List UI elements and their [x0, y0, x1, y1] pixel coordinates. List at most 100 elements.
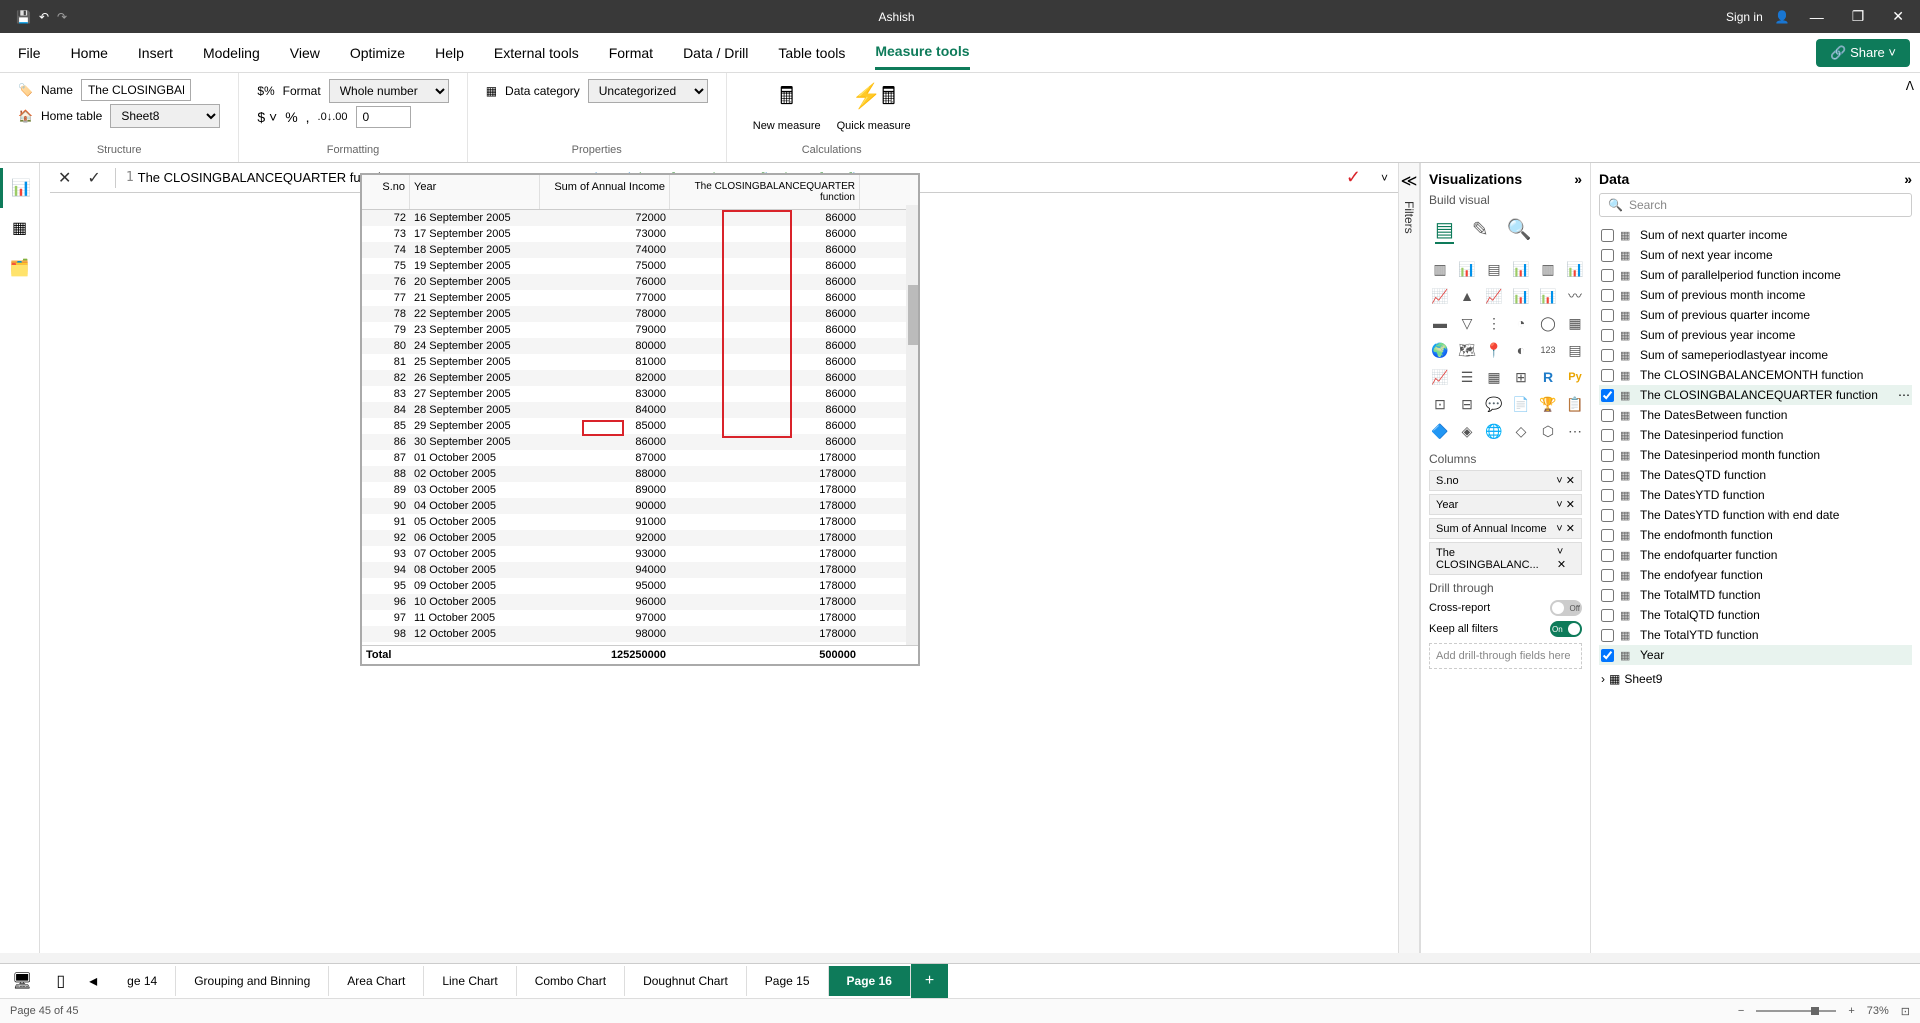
viz-waterfall-icon[interactable]: ▬: [1429, 312, 1451, 334]
field-well[interactable]: S.no˅ ✕: [1429, 470, 1582, 491]
report-view-button[interactable]: 📊: [0, 168, 39, 208]
add-page-button[interactable]: +: [911, 964, 948, 998]
header-closing[interactable]: The CLOSINGBALANCEQUARTER function: [670, 175, 860, 209]
viz-matrix-icon[interactable]: ⊞: [1510, 366, 1532, 388]
fit-page-button[interactable]: ⊡: [1901, 1005, 1910, 1018]
table-row[interactable]: 9206 October 200592000178000: [362, 530, 918, 546]
percent-button[interactable]: %: [285, 109, 297, 125]
ribbon-tab-view[interactable]: View: [290, 37, 320, 69]
table-visual[interactable]: S.no Year Sum of Annual Income The CLOSI…: [360, 173, 920, 666]
field-item[interactable]: ▦The TotalYTD function: [1599, 625, 1912, 645]
viz-clustered-bar-icon[interactable]: ▤: [1483, 258, 1505, 280]
field-item[interactable]: ▦The DatesYTD function: [1599, 485, 1912, 505]
page-nav-prev-button[interactable]: ◂: [77, 971, 109, 991]
field-item[interactable]: ▦The TotalMTD function: [1599, 585, 1912, 605]
ribbon-tab-external-tools[interactable]: External tools: [494, 37, 579, 69]
viz-funnel-icon[interactable]: ▽: [1456, 312, 1478, 334]
ribbon-tab-home[interactable]: Home: [71, 37, 108, 69]
viz-pie-icon[interactable]: ◔: [1510, 312, 1532, 334]
new-measure-button[interactable]: 🖩 New measure: [745, 79, 829, 132]
viz-py-icon[interactable]: Py: [1564, 366, 1586, 388]
sheet9-table-item[interactable]: › ▦ Sheet9: [1599, 669, 1912, 689]
viz-pane-collapse-icon[interactable]: »: [1574, 171, 1582, 187]
ribbon-tab-data-drill[interactable]: Data / Drill: [683, 37, 748, 69]
viz-goals-icon[interactable]: 🏆: [1537, 393, 1559, 415]
zoom-in-button[interactable]: +: [1848, 1005, 1854, 1017]
table-row[interactable]: 9408 October 200594000178000: [362, 562, 918, 578]
share-button[interactable]: 🔗 Share ˅: [1816, 39, 1910, 67]
field-item[interactable]: ▦The DatesQTD function: [1599, 465, 1912, 485]
table-row[interactable]: 8024 September 20058000086000: [362, 338, 918, 354]
field-item[interactable]: ▦The endofquarter function: [1599, 545, 1912, 565]
data-pane-collapse-icon[interactable]: »: [1904, 171, 1912, 187]
table-row[interactable]: 8701 October 200587000178000: [362, 450, 918, 466]
page-tab[interactable]: Doughnut Chart: [625, 966, 747, 996]
ribbon-tab-format[interactable]: Format: [609, 37, 653, 69]
viz-powerapps-icon[interactable]: ◈: [1456, 420, 1478, 442]
redo-icon[interactable]: ↷: [57, 10, 67, 24]
page-tab[interactable]: Page 16: [829, 966, 911, 996]
name-input[interactable]: [81, 79, 191, 101]
viz-arcgis-icon[interactable]: 🔷: [1429, 420, 1451, 442]
table-row[interactable]: 8903 October 200589000178000: [362, 482, 918, 498]
viz-table-icon[interactable]: ▦: [1483, 366, 1505, 388]
viz-key-influencer-icon[interactable]: ⊡: [1429, 393, 1451, 415]
viz-100-bar-icon[interactable]: ▥: [1537, 258, 1559, 280]
table-row[interactable]: 9509 October 200595000178000: [362, 578, 918, 594]
table-row[interactable]: 7418 September 20057400086000: [362, 242, 918, 258]
viz-line-column-icon[interactable]: 📊: [1510, 285, 1532, 307]
field-item[interactable]: ▦The Datesinperiod function: [1599, 425, 1912, 445]
table-row[interactable]: 7721 September 20057700086000: [362, 290, 918, 306]
zoom-slider[interactable]: [1756, 1010, 1836, 1012]
cross-report-toggle[interactable]: Off: [1550, 600, 1582, 616]
formula-expand-button[interactable]: ˅: [1371, 171, 1398, 185]
viz-gauge-icon[interactable]: ◐: [1510, 339, 1532, 361]
maximize-button[interactable]: ❐: [1844, 8, 1873, 25]
viz-line-icon[interactable]: 📈: [1429, 285, 1451, 307]
ribbon-tab-modeling[interactable]: Modeling: [203, 37, 260, 69]
field-item[interactable]: ▦The Datesinperiod month function: [1599, 445, 1912, 465]
table-row[interactable]: 9004 October 200590000178000: [362, 498, 918, 514]
format-visual-tab[interactable]: ✎: [1472, 217, 1489, 244]
header-year[interactable]: Year: [410, 175, 540, 209]
table-row[interactable]: 7822 September 20057800086000: [362, 306, 918, 322]
report-canvas[interactable]: ✕ ✓ 1 The CLOSINGBALANCEQUARTER function…: [40, 163, 1398, 953]
viz-narrative-icon[interactable]: 📄: [1510, 393, 1532, 415]
table-row[interactable]: 9812 October 200598000178000: [362, 626, 918, 642]
table-row[interactable]: 8125 September 20058100086000: [362, 354, 918, 370]
viz-donut-icon[interactable]: ◯: [1537, 312, 1559, 334]
table-row[interactable]: 7216 September 20057200086000: [362, 210, 918, 226]
currency-button[interactable]: $ ˅: [257, 109, 277, 125]
viz-globe-icon[interactable]: 🌐: [1483, 420, 1505, 442]
field-item[interactable]: ▦Sum of previous year income: [1599, 325, 1912, 345]
viz-kpi-icon[interactable]: 📈: [1429, 366, 1451, 388]
ribbon-tab-help[interactable]: Help: [435, 37, 464, 69]
zoom-out-button[interactable]: −: [1738, 1005, 1744, 1017]
header-sum[interactable]: Sum of Annual Income: [540, 175, 670, 209]
viz-clustered-column-icon[interactable]: 📊: [1510, 258, 1532, 280]
formula-cancel-button[interactable]: ✕: [50, 168, 79, 188]
table-row[interactable]: 8802 October 200588000178000: [362, 466, 918, 482]
format-select[interactable]: Whole number: [329, 79, 449, 103]
close-button[interactable]: ✕: [1884, 8, 1912, 25]
model-view-button[interactable]: 🗂️: [0, 248, 39, 288]
field-item[interactable]: ▦The DatesYTD function with end date: [1599, 505, 1912, 525]
page-tab[interactable]: Line Chart: [424, 966, 516, 996]
viz-multi-card-icon[interactable]: ▤: [1564, 339, 1586, 361]
table-row[interactable]: 8226 September 20058200086000: [362, 370, 918, 386]
viz-custom2-icon[interactable]: ⬡: [1537, 420, 1559, 442]
viz-qna-icon[interactable]: 💬: [1483, 393, 1505, 415]
data-view-button[interactable]: ▦: [0, 208, 39, 248]
viz-paginated-icon[interactable]: 📋: [1564, 393, 1586, 415]
home-table-select[interactable]: Sheet8: [110, 104, 220, 128]
viz-r-icon[interactable]: R: [1537, 366, 1559, 388]
table-row[interactable]: 8529 September 20058500086000: [362, 418, 918, 434]
ribbon-tab-file[interactable]: File: [18, 37, 41, 69]
page-tab[interactable]: Area Chart: [329, 966, 424, 996]
quick-measure-button[interactable]: ⚡🖩 Quick measure: [829, 79, 919, 132]
analytics-tab[interactable]: 🔍: [1507, 217, 1532, 244]
page-tab[interactable]: Page 15: [747, 966, 829, 996]
ribbon-tab-table-tools[interactable]: Table tools: [778, 37, 845, 69]
table-row[interactable]: 7317 September 20057300086000: [362, 226, 918, 242]
user-icon[interactable]: 👤: [1775, 10, 1790, 24]
